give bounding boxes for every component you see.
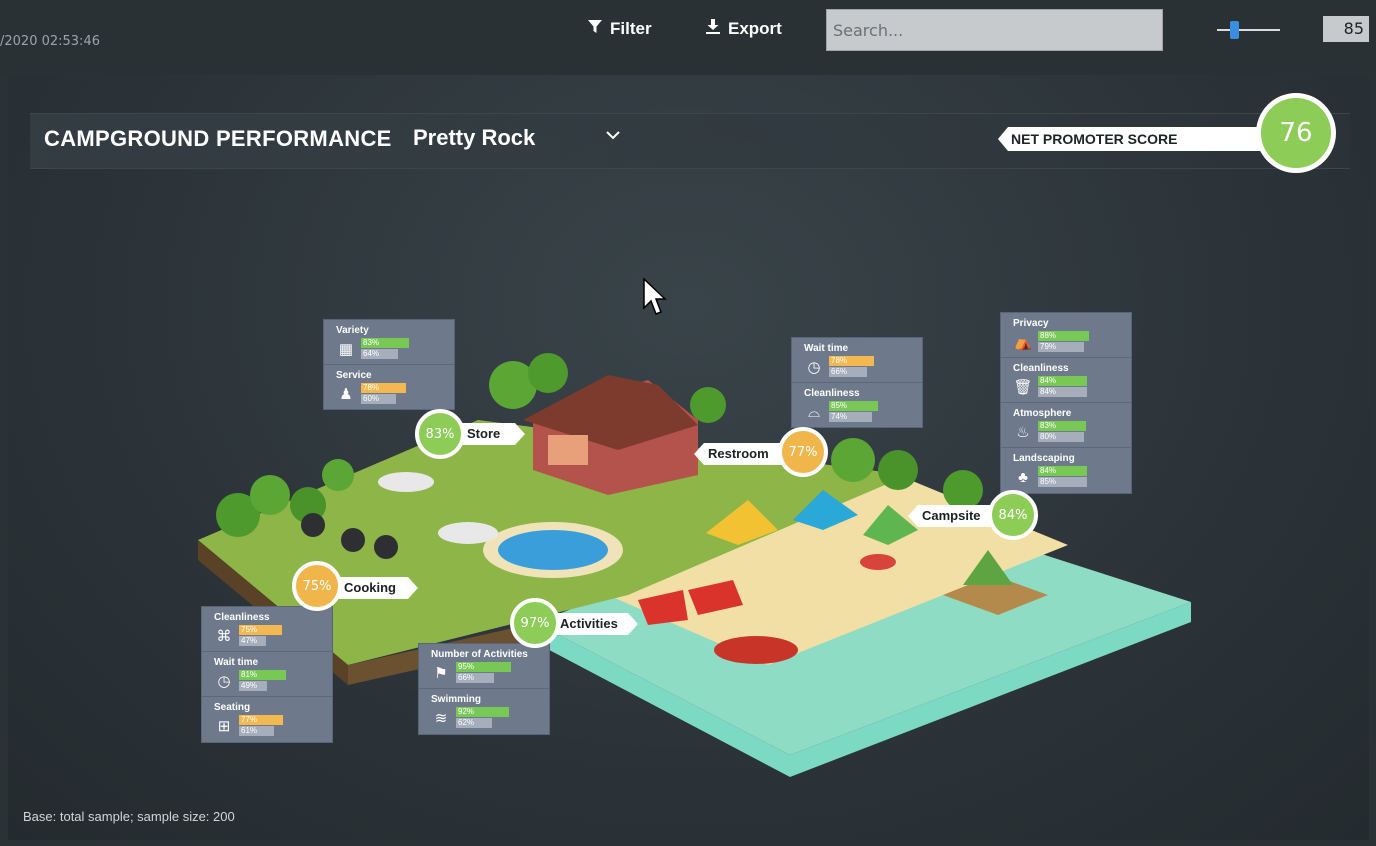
metric-wait-time: Wait time ◷ 81% 49%	[202, 652, 332, 697]
metric-current-bar: 75%	[239, 625, 282, 635]
clock-icon: ◷	[217, 673, 231, 690]
metric-swimming: Swimming ≋ 92% 62%	[419, 689, 549, 734]
metric-previous-bar: 80%	[1038, 432, 1084, 442]
metric-name: Wait time	[214, 657, 259, 668]
metric-service: Service ♟ 78% 60%	[324, 365, 454, 410]
filter-label: Filter	[610, 19, 652, 38]
search-input[interactable]	[826, 9, 1163, 51]
metric-previous-bar: 79%	[1038, 342, 1084, 352]
area-score-campsite[interactable]: 84%	[988, 490, 1038, 540]
metric-name: Cleanliness	[214, 612, 270, 623]
slider-handle[interactable]	[1230, 21, 1239, 39]
export-label: Export	[728, 19, 782, 38]
campfire-icon: ♨	[1016, 424, 1030, 441]
area-score-store[interactable]: 83%	[415, 409, 465, 459]
metric-current-bar: 83%	[361, 338, 409, 348]
export-button[interactable]: Export	[706, 18, 782, 40]
area-score-restroom[interactable]: 77%	[778, 427, 828, 477]
timestamp: /2020 02:53:46	[0, 34, 100, 49]
metric-number-of-activities: Number of Activities ⚑ 95% 66%	[419, 644, 549, 689]
area-label-cooking[interactable]: Cooking	[330, 577, 418, 599]
metric-name: Privacy	[1013, 318, 1049, 329]
area-score-cooking[interactable]: 75%	[292, 561, 342, 611]
metric-name: Seating	[214, 702, 251, 713]
metric-cleanliness: Cleanliness ⌓ 85% 74%	[792, 383, 922, 428]
metric-cleanliness: Cleanliness ⌘ 75% 47%	[202, 607, 332, 652]
metric-wait-time: Wait time ◷ 78% 66%	[792, 338, 922, 383]
metric-seating: Seating ⊞ 77% 61%	[202, 697, 332, 742]
metric-name: Landscaping	[1013, 453, 1075, 464]
metric-previous-bar: 60%	[361, 394, 396, 404]
metric-current-bar: 84%	[1038, 466, 1087, 476]
toolbar: /2020 02:53:46 Filter Export 85	[0, 0, 1376, 74]
area-score-activities[interactable]: 97%	[510, 598, 560, 648]
zoom-slider[interactable]	[1217, 20, 1280, 40]
metric-current-bar: 84%	[1038, 376, 1087, 386]
metric-previous-bar: 64%	[361, 349, 398, 359]
metric-name: Variety	[336, 325, 369, 336]
metric-current-bar: 81%	[239, 670, 286, 680]
metric-name: Service	[336, 370, 372, 381]
metric-previous-bar: 61%	[239, 726, 274, 736]
dashboard-panel: CAMPGROUND PERFORMANCE Pretty Rock NET P…	[8, 75, 1369, 840]
download-icon	[706, 19, 720, 39]
restroom-metrics: Wait time ◷ 78% 66% Cleanliness ⌓ 85% 74…	[791, 337, 923, 428]
trash-icon: 🗑	[1013, 379, 1033, 396]
tent-icon: ⛺	[1013, 334, 1033, 351]
metric-current-bar: 78%	[361, 383, 406, 393]
metric-name: Cleanliness	[1013, 363, 1069, 374]
metric-cleanliness: Cleanliness 🗑 84% 84%	[1001, 358, 1131, 403]
seating-icon: ⊞	[217, 718, 231, 735]
activities-metrics: Number of Activities ⚑ 95% 66% Swimming …	[418, 643, 550, 735]
metric-current-bar: 83%	[1038, 421, 1086, 431]
pool-icon: ≋	[434, 710, 448, 727]
metric-name: Swimming	[431, 694, 482, 705]
metric-current-bar: 88%	[1038, 331, 1089, 341]
zoom-value-field[interactable]: 85	[1323, 16, 1369, 42]
metric-landscaping: Landscaping ♣ 84% 85%	[1001, 448, 1131, 493]
campsite-metrics: Privacy ⛺ 88% 79% Cleanliness 🗑 84% 84% …	[1000, 312, 1132, 494]
cleaning-icon: ⌓	[808, 404, 820, 421]
activities-icon: ⚑	[434, 665, 448, 682]
metric-current-bar: 77%	[239, 715, 283, 725]
metric-previous-bar: 85%	[1038, 477, 1087, 487]
base-note: Base: total sample; sample size: 200	[23, 809, 235, 824]
metric-previous-bar: 74%	[829, 412, 872, 422]
metric-previous-bar: 66%	[456, 673, 494, 683]
cooking-metrics: Cleanliness ⌘ 75% 47% Wait time ◷ 81% 49…	[201, 606, 333, 743]
slider-track	[1217, 29, 1280, 31]
clock-icon: ◷	[807, 359, 821, 376]
service-icon: ♟	[339, 386, 353, 403]
grill-icon: ⌘	[216, 628, 232, 645]
metric-name: Wait time	[804, 343, 849, 354]
metric-previous-bar: 47%	[239, 636, 266, 646]
metric-current-bar: 95%	[456, 662, 511, 672]
metric-current-bar: 85%	[829, 401, 878, 411]
tree-icon: ♣	[1018, 469, 1028, 486]
metric-previous-bar: 84%	[1038, 387, 1087, 397]
metric-previous-bar: 62%	[456, 718, 492, 728]
metric-privacy: Privacy ⛺ 88% 79%	[1001, 313, 1131, 358]
mouse-cursor-icon	[643, 277, 667, 321]
metric-previous-bar: 66%	[829, 367, 867, 377]
metric-variety: Variety ▦ 83% 64%	[324, 320, 454, 365]
metric-name: Number of Activities	[431, 649, 528, 660]
pool	[483, 522, 623, 578]
store-metrics: Variety ▦ 83% 64% Service ♟ 78% 60%	[323, 319, 455, 410]
metric-name: Atmosphere	[1013, 408, 1072, 419]
filter-icon	[588, 19, 602, 39]
metric-name: Cleanliness	[804, 388, 860, 399]
store-icon: ▦	[338, 341, 354, 358]
filter-button[interactable]: Filter	[588, 18, 652, 40]
metric-current-bar: 78%	[829, 356, 874, 366]
metric-previous-bar: 49%	[239, 681, 267, 691]
metric-current-bar: 92%	[456, 707, 509, 717]
metric-atmosphere: Atmosphere ♨ 83% 80%	[1001, 403, 1131, 448]
